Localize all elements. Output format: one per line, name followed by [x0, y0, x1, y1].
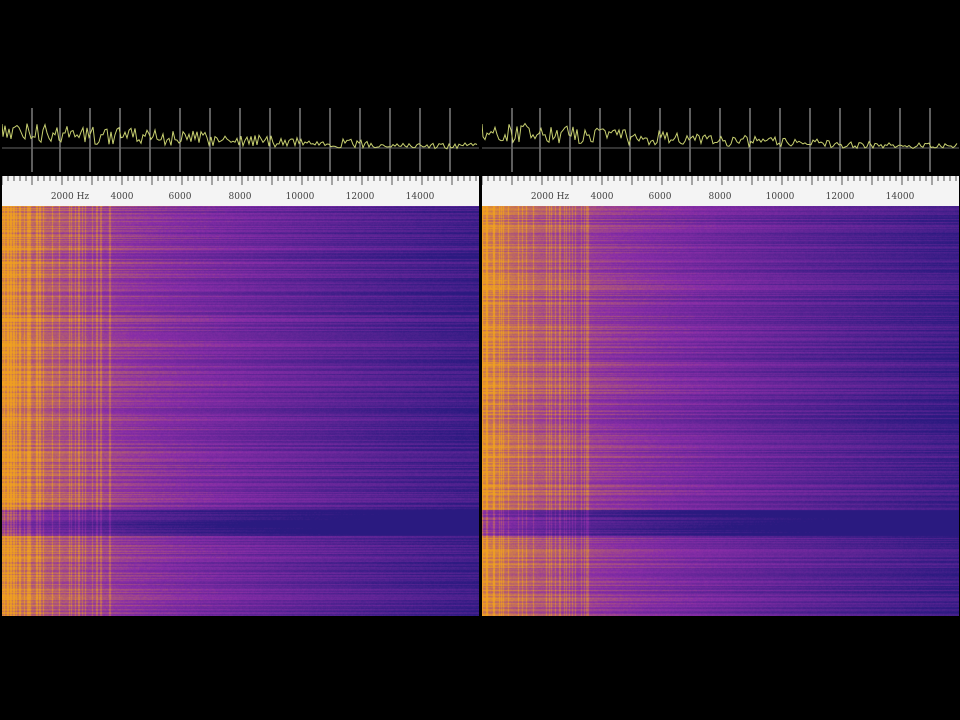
ruler-label: 12000	[825, 192, 855, 202]
spectrum-trace-svg	[2, 108, 479, 172]
ruler-label: 10000	[765, 192, 795, 202]
waterfall-canvas	[482, 206, 959, 616]
ruler-label: 14000	[885, 192, 915, 202]
ruler-label: 8000	[228, 192, 252, 202]
spectrogram-panel-right: 2000 Hz 4000 6000 8000 10000 12000 14000	[482, 104, 959, 616]
spectrogram-panel-left: 2000 Hz 4000 6000 8000 10000 12000 14000	[2, 104, 479, 616]
spectrum-trace-view	[482, 104, 959, 177]
ruler-label: 6000	[168, 192, 192, 202]
waterfall-canvas	[2, 206, 479, 616]
spectrum-trace-svg	[482, 108, 959, 172]
ruler-label: 2000 Hz	[530, 192, 570, 202]
ruler-label: 6000	[648, 192, 672, 202]
ruler-label: 12000	[345, 192, 375, 202]
ruler-label: 14000	[405, 192, 435, 202]
waterfall-view	[2, 206, 479, 616]
ruler-label: 2000 Hz	[50, 192, 90, 202]
frequency-ruler: 2000 Hz 4000 6000 8000 10000 12000 14000	[2, 176, 479, 206]
ruler-label: 4000	[590, 192, 614, 202]
waterfall-view	[482, 206, 959, 616]
spectrum-trace-view	[2, 104, 479, 177]
frequency-ruler: 2000 Hz 4000 6000 8000 10000 12000 14000	[482, 176, 959, 206]
ruler-label: 4000	[110, 192, 134, 202]
ruler-label: 10000	[285, 192, 315, 202]
ruler-label: 8000	[708, 192, 732, 202]
